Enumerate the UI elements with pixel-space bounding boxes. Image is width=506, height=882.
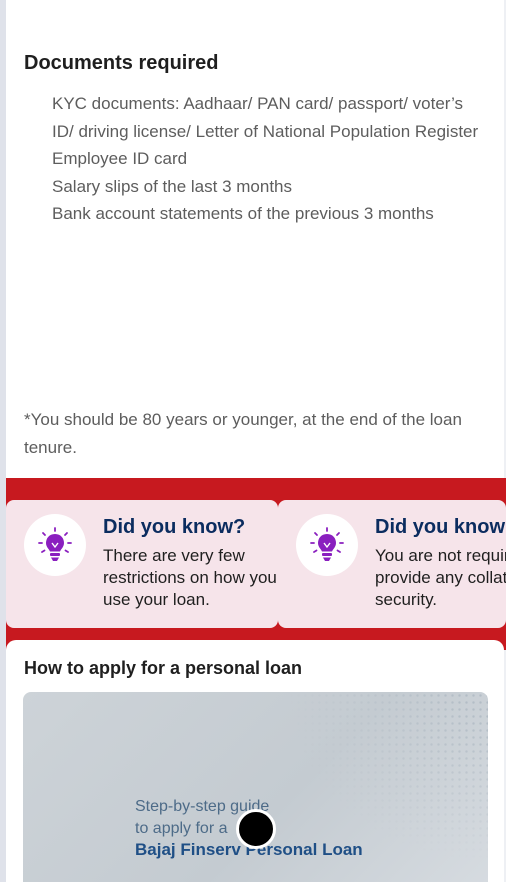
dot-pattern-decoration xyxy=(288,692,488,862)
documents-title: Documents required xyxy=(24,52,219,74)
video-thumbnail[interactable]: Step-by-step guide to apply for a Bajaj … xyxy=(23,692,488,882)
did-you-know-title: Did you know? xyxy=(103,516,246,538)
document-item: KYC documents: Aadhaar/ PAN card/ passpo… xyxy=(52,94,479,141)
documents-card: Documents required KYC documents: Aadhaa… xyxy=(6,0,504,488)
play-button[interactable] xyxy=(236,809,276,849)
did-you-know-card[interactable]: Did you know? You are not required to pr… xyxy=(278,500,506,628)
lightbulb-icon xyxy=(296,514,358,576)
did-you-know-title: Did you know? xyxy=(375,516,506,538)
did-you-know-text: There are very few restrictions on how y… xyxy=(103,546,277,609)
documents-list: KYC documents: Aadhaar/ PAN card/ passpo… xyxy=(52,90,482,228)
document-item: Employee ID card xyxy=(52,149,188,168)
did-you-know-card[interactable]: Did you know? There are very few restric… xyxy=(6,500,278,628)
page: Documents required KYC documents: Aadhaa… xyxy=(0,0,506,882)
did-you-know-text: You are not required to provide any coll… xyxy=(375,546,506,609)
document-item: Salary slips of the last 3 months xyxy=(52,176,293,196)
how-to-apply-title: How to apply for a personal loan xyxy=(24,658,303,678)
lightbulb-icon xyxy=(24,514,86,576)
age-eligibility-note: *You should be 80 years or younger, at t… xyxy=(24,410,462,457)
document-item: Bank account statements of the previous … xyxy=(52,204,434,223)
video-caption-line: to apply for a xyxy=(135,820,228,837)
how-to-apply-card: How to apply for a personal loan Step-by… xyxy=(6,640,504,882)
